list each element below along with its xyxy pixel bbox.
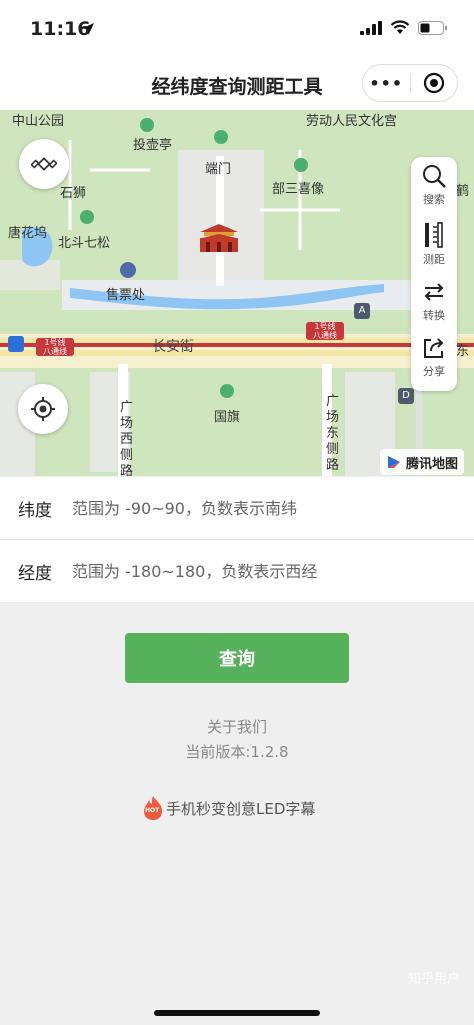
map-label-touhu-pavilion: 投壶亭	[133, 138, 173, 153]
tool-search[interactable]: 搜索	[411, 163, 457, 221]
map-label-ticket-office: 售票处	[106, 288, 146, 303]
tencent-map-logo: 腾讯地图	[380, 449, 465, 475]
led-promo-text: 手机秒变创意LED字幕	[166, 799, 316, 818]
tool-convert-label: 转换	[423, 309, 445, 322]
hot-flame-icon: HOT	[142, 795, 164, 821]
satellite-icon	[31, 157, 57, 171]
tool-search-label: 搜索	[423, 193, 445, 206]
location-arrow-icon	[82, 23, 94, 35]
map-label-shishi: 石狮	[60, 186, 87, 201]
battery-icon	[418, 20, 447, 35]
exit-marker-a: A	[354, 303, 370, 319]
status-bar: 11:16	[0, 0, 474, 58]
led-promo-link[interactable]: HOT 手机秒变创意LED字幕	[142, 795, 315, 821]
metro-batong-label: 八通线	[43, 347, 67, 356]
map-label-beidouqisong: 北斗七松	[58, 236, 111, 251]
park-icon	[220, 384, 234, 398]
close-button[interactable]	[410, 72, 457, 94]
tool-convert[interactable]: 转换	[411, 279, 457, 337]
status-icons	[360, 20, 448, 35]
map-label-changan: 长安街	[152, 339, 194, 355]
nav-bar: 经纬度查询测距工具 •••	[0, 58, 474, 110]
latitude-label: 纬度	[18, 501, 52, 521]
map-label-dong: 东	[456, 344, 470, 359]
version-text: 当前版本:1.2.8	[185, 743, 289, 761]
home-indicator[interactable]	[154, 1010, 320, 1016]
mini-program-capsule: •••	[362, 64, 458, 102]
tool-measure[interactable]: 测距	[411, 221, 457, 279]
map-label-tangge: 部三喜像	[272, 182, 325, 197]
longitude-row: 经度	[0, 540, 474, 602]
map-label-guangchang-east: 广场东侧路	[326, 394, 340, 473]
longitude-input[interactable]	[72, 554, 452, 588]
metro-badge-left: 1号线 八通线	[36, 338, 74, 356]
tencent-map-brand-icon	[388, 456, 400, 468]
query-button[interactable]: 查询	[125, 633, 349, 683]
metro-line1-label: 1号线	[44, 338, 66, 347]
search-icon	[423, 165, 446, 188]
metro-line1-label: 1号线	[314, 322, 336, 331]
latitude-row: 纬度	[0, 477, 474, 539]
tencent-map-brand-text: 腾讯地图	[406, 456, 459, 472]
ruler-icon	[425, 222, 443, 248]
map-label-guoqi: 国旗	[214, 410, 241, 425]
more-button[interactable]: •••	[363, 74, 410, 93]
metro-batong-label: 八通线	[313, 331, 337, 340]
longitude-label: 经度	[18, 564, 52, 584]
satellite-layer-button[interactable]	[19, 139, 69, 189]
about-us-link[interactable]: 关于我们	[0, 716, 474, 737]
tool-share[interactable]: 分享	[411, 335, 457, 393]
watermark: 知乎用户	[407, 972, 460, 987]
park-icon	[294, 158, 308, 172]
map-label-labor-palace: 劳动人民文化宫	[306, 114, 398, 129]
locate-crosshair-icon	[31, 397, 55, 421]
metro-badge-right: 1号线 八通线	[306, 322, 344, 340]
map-label-tanghuawu: 唐花坞	[8, 226, 48, 241]
map-label-duanmen: 端门	[205, 162, 232, 177]
tiananmen-marker-icon	[200, 224, 238, 252]
tool-share-label: 分享	[423, 365, 445, 378]
map-label-he: 鹤	[456, 184, 470, 199]
share-icon	[424, 338, 444, 358]
close-target-icon	[423, 72, 444, 94]
map-view[interactable]: 中山公园 劳动人民文化宫 投壶亭 端门 部三喜像 石狮 唐花坞 北斗七松 售票处…	[0, 110, 474, 476]
park-icon	[140, 118, 154, 132]
signal-icon	[360, 20, 382, 35]
map-tool-panel: 搜索 测距 转换 分享	[411, 157, 457, 391]
hot-badge-text: HOT	[145, 807, 160, 814]
swap-icon	[424, 283, 444, 301]
metro-station-icon	[8, 336, 24, 352]
map-label-guangchang-west: 广场西侧路	[120, 400, 134, 476]
map-label-zhongshan-park: 中山公园	[12, 114, 65, 129]
park-icon	[80, 210, 94, 224]
park-icon	[214, 130, 228, 144]
wifi-icon	[390, 20, 410, 34]
latitude-input[interactable]	[72, 491, 452, 525]
ticket-office-icon	[120, 262, 136, 278]
tool-measure-label: 测距	[423, 253, 445, 266]
locate-button[interactable]	[18, 384, 68, 434]
